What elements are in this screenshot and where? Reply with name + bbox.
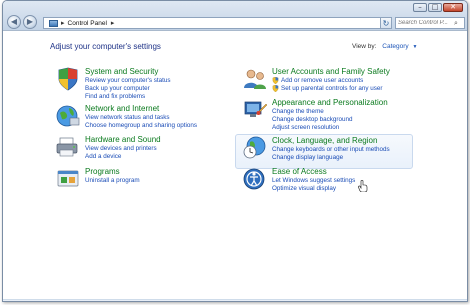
content-area: Adjust your computer's settings View by:… — [3, 32, 467, 301]
control-panel-window: – □ ✕ ◀ ▶ ▸ Control Panel ▸ ▾ ↻ ⌕ Adjust… — [2, 0, 468, 302]
category-title[interactable]: System and Security — [85, 67, 158, 76]
category-link[interactable]: Change display language — [272, 154, 343, 161]
category-link[interactable]: Uninstall a program — [85, 177, 140, 184]
category-ease-access: Ease of Access Let Windows suggest setti… — [242, 167, 442, 197]
category-title[interactable]: Clock, Language, and Region — [272, 136, 377, 145]
category-link[interactable]: Change keyboards or other input methods — [272, 146, 390, 153]
ease-of-access-icon[interactable] — [242, 167, 268, 191]
search-input[interactable] — [396, 18, 454, 28]
view-by: View by: Category ▼ — [352, 43, 417, 50]
window-chrome: – □ ✕ ◀ ▶ ▸ Control Panel ▸ ▾ ↻ ⌕ — [3, 1, 467, 31]
maximize-button[interactable]: □ — [428, 3, 442, 12]
category-link[interactable]: Set up parental controls for any user — [281, 85, 383, 92]
clock-globe-icon[interactable] — [242, 136, 268, 160]
refresh-icon: ↻ — [382, 19, 390, 28]
category-link[interactable]: Optimize visual display — [272, 185, 336, 192]
category-link[interactable]: Adjust screen resolution — [272, 124, 339, 131]
category-system-security: System and Security Review your computer… — [55, 67, 235, 107]
category-network-internet: Network and Internet View network status… — [55, 104, 235, 134]
address-bar[interactable]: ▸ Control Panel ▸ ▾ — [43, 17, 391, 29]
category-programs: Programs Uninstall a program — [55, 167, 235, 191]
refresh-button[interactable]: ↻ — [380, 17, 392, 29]
back-button[interactable]: ◀ — [7, 15, 21, 29]
users-icon[interactable] — [242, 67, 268, 91]
breadcrumb-separator[interactable]: ▸ — [111, 19, 115, 27]
close-icon: ✕ — [450, 3, 456, 11]
view-by-label: View by: — [352, 43, 377, 50]
view-by-dropdown[interactable]: Category — [382, 43, 408, 50]
category-title[interactable]: Hardware and Sound — [85, 135, 161, 144]
appearance-icon[interactable] — [242, 98, 268, 122]
network-globe-icon[interactable] — [55, 104, 81, 128]
back-icon: ◀ — [10, 17, 18, 26]
page-title: Adjust your computer's settings — [50, 42, 161, 51]
breadcrumb-control-panel[interactable]: Control Panel — [68, 20, 107, 27]
category-user-accounts: User Accounts and Family Safety Add or r… — [242, 67, 442, 99]
category-appearance: Appearance and Personalization Change th… — [242, 98, 442, 132]
chevron-down-icon[interactable]: ▼ — [412, 44, 417, 50]
search-box[interactable]: ⌕ — [395, 17, 465, 29]
shield-icon — [272, 85, 279, 92]
breadcrumb-separator[interactable]: ▸ — [61, 19, 65, 27]
category-link[interactable]: Change desktop background — [272, 116, 353, 123]
printer-icon[interactable] — [55, 135, 81, 159]
category-link[interactable]: Let Windows suggest settings — [272, 177, 355, 184]
shield-icon — [272, 77, 279, 84]
caption-buttons: – □ ✕ — [413, 3, 463, 12]
category-title[interactable]: Appearance and Personalization — [272, 98, 388, 107]
forward-icon: ▶ — [26, 17, 34, 26]
category-link[interactable]: Find and fix problems — [85, 93, 145, 100]
minimize-icon: – — [418, 3, 422, 11]
category-link[interactable]: Back up your computer — [85, 85, 150, 92]
close-button[interactable]: ✕ — [443, 3, 463, 12]
category-link[interactable]: Add a device — [85, 153, 121, 160]
forward-button[interactable]: ▶ — [23, 15, 37, 29]
search-icon[interactable]: ⌕ — [454, 19, 458, 28]
category-link[interactable]: Change the theme — [272, 108, 324, 115]
category-link[interactable]: Review your computer's status — [85, 77, 171, 84]
control-panel-icon — [49, 19, 58, 27]
hand-cursor-icon — [358, 180, 368, 192]
category-link[interactable]: View network status and tasks — [85, 114, 170, 121]
system-security-icon[interactable] — [55, 67, 81, 91]
category-hardware-sound: Hardware and Sound View devices and prin… — [55, 135, 235, 165]
minimize-button[interactable]: – — [413, 3, 427, 12]
category-link[interactable]: Add or remove user accounts — [281, 77, 363, 84]
programs-icon[interactable] — [55, 167, 81, 191]
category-title[interactable]: Network and Internet — [85, 104, 159, 113]
category-clock-region: Clock, Language, and Region Change keybo… — [242, 136, 442, 166]
category-title[interactable]: Ease of Access — [272, 167, 327, 176]
category-link[interactable]: Choose homegroup and sharing options — [85, 122, 197, 129]
status-strip — [3, 299, 467, 301]
category-link[interactable]: View devices and printers — [85, 145, 157, 152]
category-title[interactable]: User Accounts and Family Safety — [272, 67, 390, 76]
maximize-icon: □ — [431, 3, 439, 11]
category-title[interactable]: Programs — [85, 167, 120, 176]
